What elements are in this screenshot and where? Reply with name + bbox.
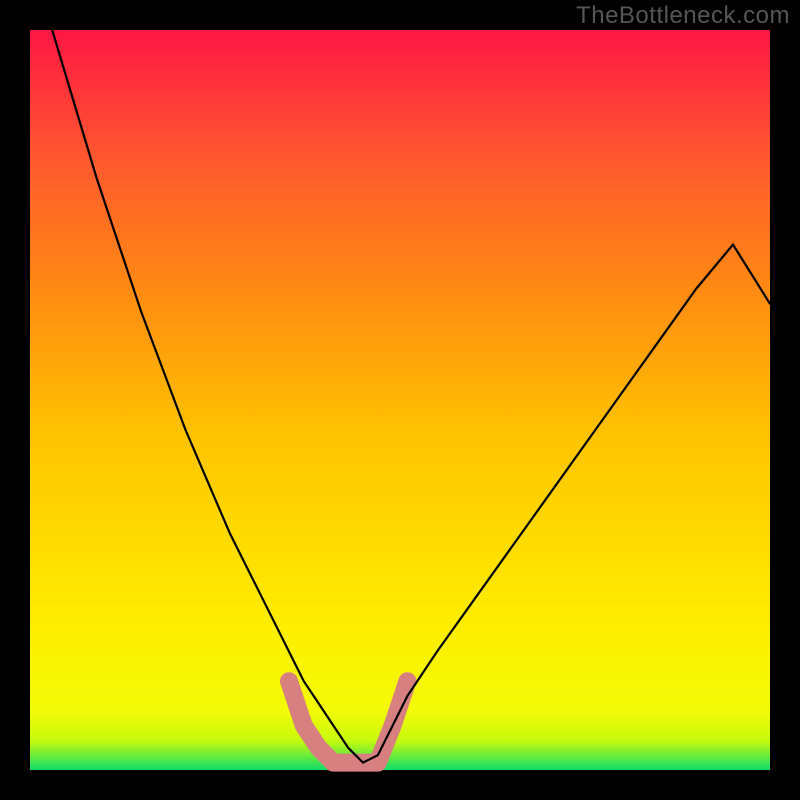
watermark-text: TheBottleneck.com [576,2,790,30]
plot-background [30,30,770,770]
chart-frame: TheBottleneck.com [0,0,800,800]
bottleneck-chart [0,0,800,800]
